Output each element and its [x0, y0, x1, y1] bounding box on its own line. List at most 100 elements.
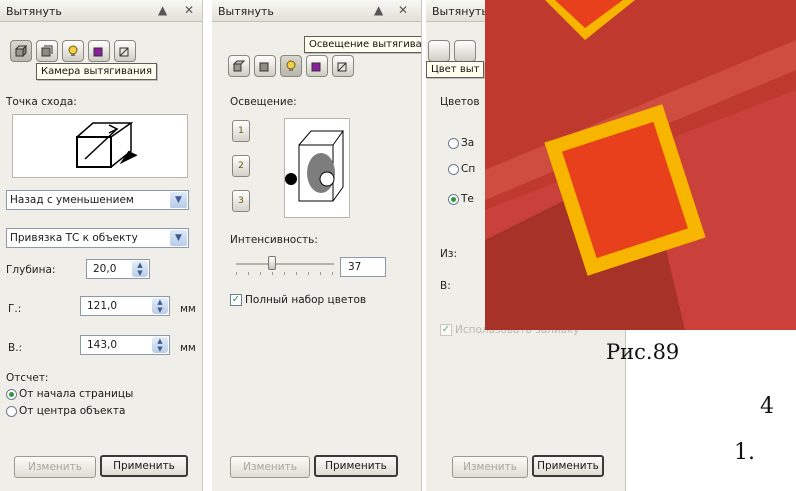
edit-button[interactable]: Изменить [230, 456, 310, 478]
unit-label: мм [180, 342, 196, 354]
radio-from-object[interactable]: От центра объекта [6, 405, 125, 417]
color-label: Цветов [440, 96, 480, 108]
tab-rotate[interactable] [454, 40, 476, 62]
radio-color-1[interactable]: За [448, 137, 474, 149]
vanishing-point-label: Точка схода: [6, 96, 77, 108]
lighting-sphere-icon [285, 130, 344, 202]
radio-from-page[interactable]: От начала страницы [6, 388, 133, 400]
depth-stepper[interactable]: 20,0 ▲ ▼ [86, 259, 150, 279]
select-value: Привязка ТС к объекту [10, 232, 138, 244]
light-2-button[interactable]: 2 [232, 155, 250, 177]
apply-button[interactable]: Применить [100, 455, 188, 477]
checkbox-label: Полный набор цветов [245, 294, 367, 306]
bulb-icon [68, 45, 78, 56]
panel-title: Вытянуть [6, 5, 62, 18]
tooltip: Цвет выт [426, 61, 485, 78]
list-marker: 1. [734, 440, 755, 465]
tab-lighting[interactable] [280, 55, 302, 77]
edit-button[interactable]: Изменить [452, 456, 528, 478]
spinner-icon[interactable]: ▲ ▼ [132, 261, 148, 277]
v-label: В.: [8, 342, 23, 354]
tab-rotate[interactable] [36, 40, 58, 62]
tooltip: Освещение вытягивания [304, 36, 421, 53]
spinner-icon[interactable]: ▲ ▼ [152, 337, 168, 353]
tooltip: Камера вытягивания [36, 63, 158, 80]
select-value: Назад с уменьшением [10, 194, 134, 206]
vanishing-point-preview [12, 114, 188, 178]
apply-button[interactable]: Применить [532, 455, 604, 477]
panel-title: Вытянуть [218, 5, 274, 18]
lighting-preview[interactable] [284, 118, 350, 218]
v-coordinate-stepper[interactable]: 143,0 ▲ ▼ [80, 335, 170, 355]
tab-color[interactable] [88, 40, 110, 62]
checkmark-icon[interactable]: ✓ [440, 324, 452, 336]
spinner-icon[interactable]: ▲ ▼ [152, 298, 168, 314]
extrude-lighting-panel: Вытянуть ▲ ✕ Освещение вытягивания Освещ… [212, 0, 422, 491]
close-icon[interactable]: ✕ [398, 3, 408, 17]
v-value: 143,0 [87, 339, 118, 351]
color-cube-icon [311, 62, 321, 72]
collapse-icon[interactable]: ▲ [374, 3, 383, 17]
h-label: Г.: [8, 303, 22, 315]
orange-squares-image [485, 0, 796, 330]
rotate-icon [41, 45, 53, 57]
checkmark-icon[interactable]: ✓ [230, 294, 242, 306]
tab-bevel[interactable] [114, 40, 136, 62]
radio-label: От центра объекта [19, 405, 126, 417]
vanishing-lock-select[interactable]: Привязка ТС к объекту ▼ [6, 228, 189, 248]
tab-rotate[interactable] [254, 55, 276, 77]
radio-dot[interactable] [448, 137, 459, 149]
panel-titlebar[interactable]: Вытянуть ▲ ✕ [212, 0, 421, 22]
cube-icon [15, 45, 27, 57]
radio-label: За [461, 137, 475, 149]
from-label: Из: [440, 248, 457, 260]
radio-color-2[interactable]: Сп [448, 163, 475, 175]
measure-from-label: Отсчет: [6, 372, 49, 384]
intensity-slider-track[interactable] [236, 263, 334, 265]
h-coordinate-stepper[interactable]: 121,0 ▲ ▼ [80, 296, 170, 316]
panel-title: Вытянуть [432, 5, 488, 18]
color-cube-icon [93, 47, 103, 57]
lighting-label: Освещение: [230, 96, 297, 108]
tab-color[interactable] [306, 55, 328, 77]
full-colors-checkbox[interactable]: ✓ Полный набор цветов [230, 294, 366, 306]
cube-icon [233, 60, 245, 72]
intensity-label: Интенсивность: [230, 234, 318, 246]
figure-caption: Рис.89 [606, 340, 680, 364]
radio-color-3[interactable]: Те [448, 193, 474, 205]
unit-label: мм [180, 303, 196, 315]
vanishing-type-select[interactable]: Назад с уменьшением ▼ [6, 190, 189, 210]
radio-label: Те [461, 193, 474, 205]
radio-dot[interactable] [448, 163, 459, 175]
edit-button[interactable]: Изменить [14, 456, 96, 478]
apply-button[interactable]: Применить [314, 455, 398, 477]
bulb-icon [286, 60, 296, 71]
panel-titlebar[interactable]: Вытянуть ▲ ✕ [0, 0, 202, 22]
rotate-icon [259, 62, 269, 72]
close-icon[interactable]: ✕ [184, 3, 194, 17]
extrude-cube-icon [76, 122, 138, 168]
chevron-down-icon[interactable]: ▼ [170, 230, 187, 246]
extrude-tabs [228, 55, 354, 81]
tab-bevel[interactable] [332, 55, 354, 77]
radio-dot[interactable] [6, 388, 17, 400]
tab-camera[interactable] [10, 40, 32, 62]
chevron-down-icon[interactable]: ▼ [170, 192, 187, 208]
decorative-image [485, 0, 796, 330]
collapse-icon[interactable]: ▲ [158, 3, 167, 17]
bevel-icon [337, 62, 347, 72]
radio-label: От начала страницы [19, 388, 134, 400]
tab-camera[interactable] [428, 40, 450, 62]
tab-camera[interactable] [228, 55, 250, 77]
page-number: 4 [760, 394, 774, 419]
intensity-input[interactable]: 37 [340, 257, 386, 277]
radio-dot[interactable] [6, 405, 17, 417]
light-3-button[interactable]: 3 [232, 190, 250, 212]
light-1-button[interactable]: 1 [232, 120, 250, 142]
intensity-slider-thumb[interactable] [268, 256, 277, 270]
slider-ticks [236, 272, 334, 275]
tab-lighting[interactable] [62, 40, 84, 62]
radio-label: Сп [461, 163, 476, 175]
radio-dot[interactable] [448, 193, 459, 205]
extrude-camera-panel: Вытянуть ▲ ✕ Камера вытягивания Точка сх… [0, 0, 203, 491]
